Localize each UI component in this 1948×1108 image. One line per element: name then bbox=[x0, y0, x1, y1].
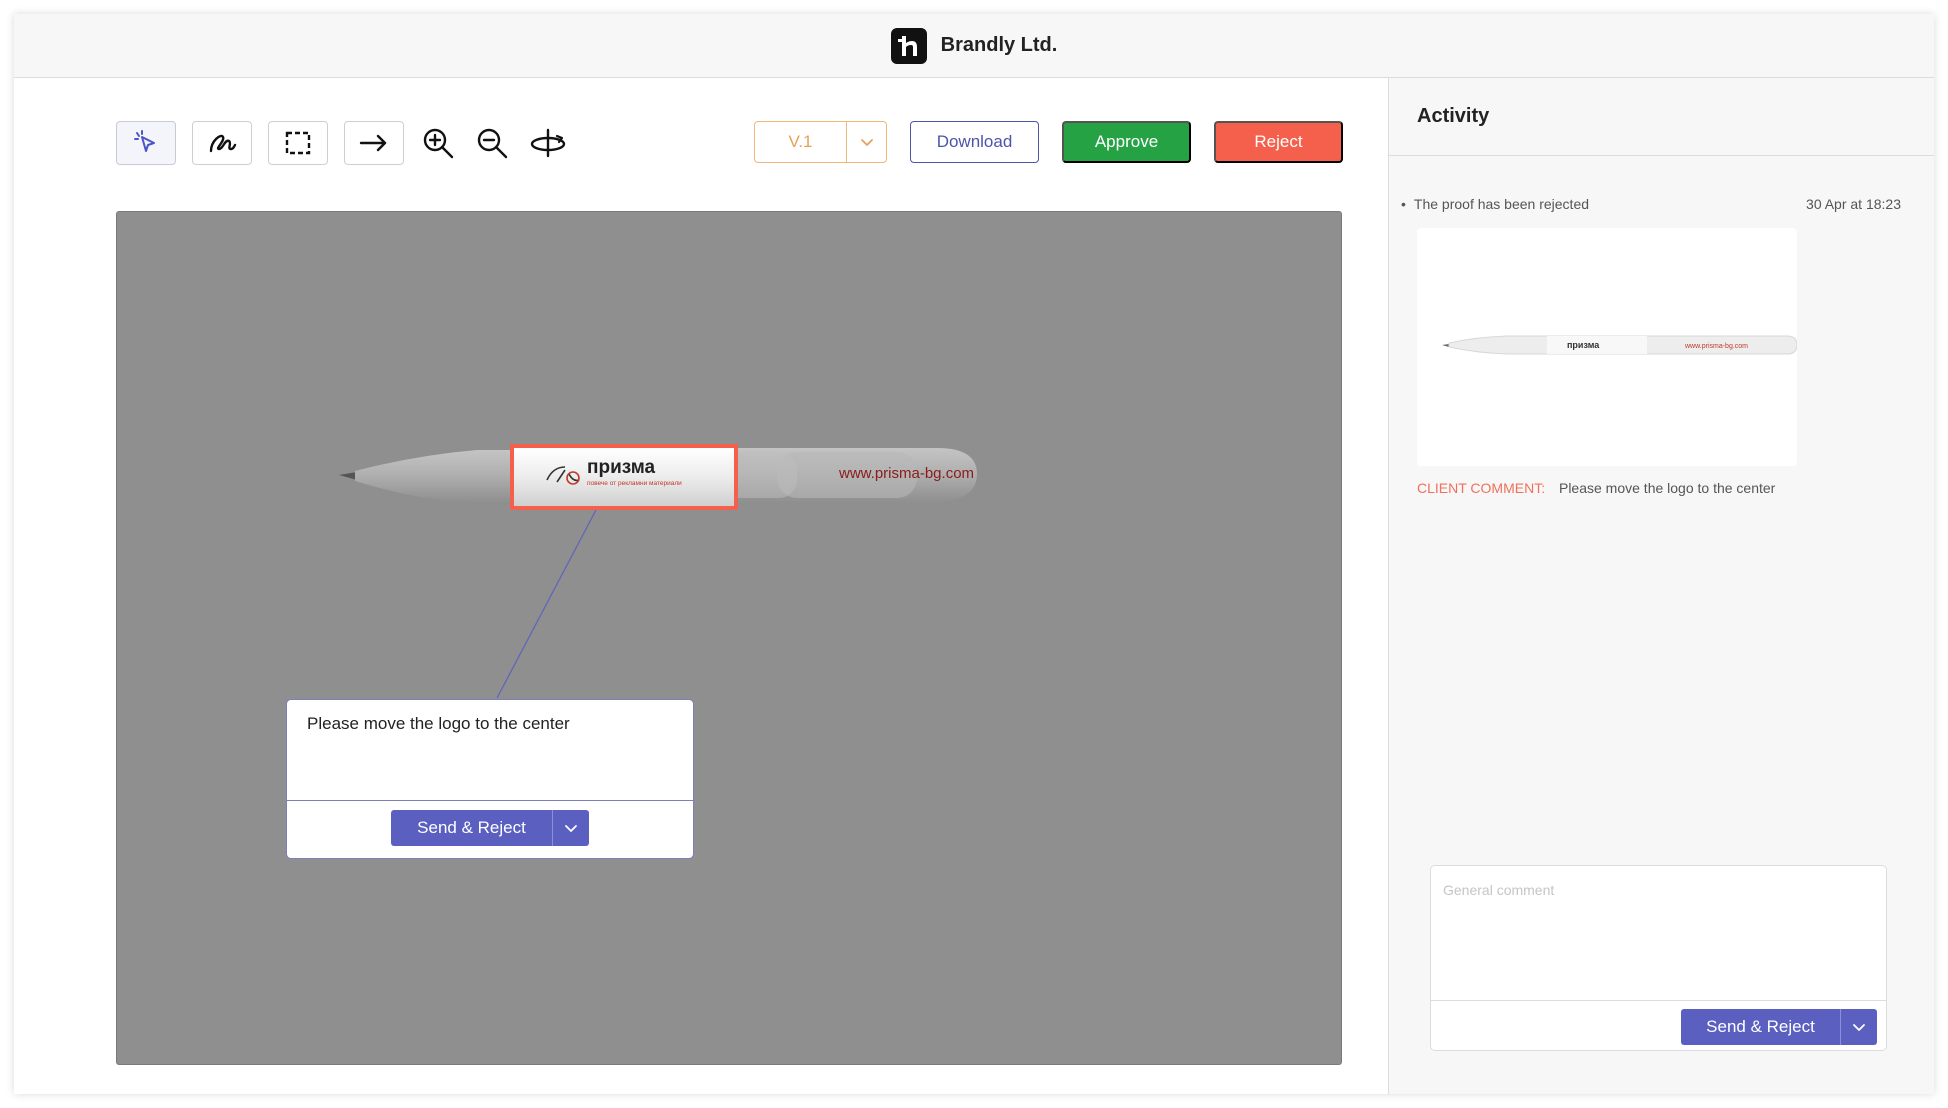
chevron-down-icon[interactable] bbox=[553, 810, 589, 846]
client-comment-label: CLIENT COMMENT: bbox=[1417, 480, 1546, 496]
top-header: Brandly Ltd. bbox=[14, 14, 1934, 78]
general-comment-input[interactable]: General comment bbox=[1431, 866, 1886, 1001]
brand-logo-icon bbox=[890, 27, 927, 64]
chevron-down-icon[interactable] bbox=[847, 122, 886, 162]
rectangle-tool-button[interactable] bbox=[268, 121, 328, 165]
svg-text:www.prisma-bg.com: www.prisma-bg.com bbox=[1684, 343, 1748, 350]
bullet-icon: • bbox=[1401, 196, 1406, 212]
reject-button[interactable]: Reject bbox=[1214, 121, 1343, 163]
activity-text: The proof has been rejected bbox=[1413, 196, 1590, 212]
proof-workspace: V.1 Download Approve Reject призма повеч… bbox=[14, 78, 1388, 1094]
draw-icon bbox=[209, 134, 237, 153]
general-comment-box: General comment Send & Reject bbox=[1430, 865, 1887, 1051]
rotate-icon bbox=[530, 128, 566, 158]
annotation-comment-popup: Please move the logo to the center Send … bbox=[286, 699, 694, 859]
approve-button[interactable]: Approve bbox=[1062, 121, 1191, 163]
zoom-in-button[interactable] bbox=[416, 121, 460, 165]
activity-sidebar: Activity • The proof has been rejected 30… bbox=[1388, 78, 1934, 1094]
send-reject-split-button: Send & Reject bbox=[391, 810, 589, 846]
activity-time: 30 Apr at 18:23 bbox=[1806, 196, 1901, 212]
zoom-in-icon bbox=[423, 128, 454, 159]
arrow-icon bbox=[359, 134, 387, 152]
pen-thumbnail-image: призма www.prisma-bg.com bbox=[1442, 335, 1798, 355]
brand-name: Brandly Ltd. bbox=[940, 34, 1058, 56]
activity-item: • The proof has been rejected 30 Apr at 1… bbox=[1401, 196, 1901, 212]
zoom-out-button[interactable] bbox=[470, 121, 514, 165]
brand: Brandly Ltd. bbox=[890, 27, 1058, 64]
rotate-button[interactable] bbox=[526, 121, 570, 165]
pen-logo-text: призма bbox=[587, 457, 656, 478]
client-comment: CLIENT COMMENT: Please move the logo to … bbox=[1417, 480, 1775, 496]
select-tool-button[interactable] bbox=[116, 121, 176, 165]
draw-tool-button[interactable] bbox=[192, 121, 252, 165]
rectangle-select-icon bbox=[285, 131, 311, 155]
annotation-comment-input[interactable]: Please move the logo to the center bbox=[287, 700, 693, 801]
general-send-reject-split-button: Send & Reject bbox=[1681, 1009, 1877, 1045]
version-select[interactable]: V.1 bbox=[754, 121, 887, 163]
select-icon bbox=[134, 130, 155, 152]
pen-logo-subtext: повече от рекламни материали bbox=[587, 480, 682, 487]
chevron-down-icon[interactable] bbox=[1841, 1009, 1877, 1045]
svg-text:призма: призма bbox=[1567, 340, 1600, 350]
activity-title: Activity bbox=[1389, 78, 1934, 156]
download-button[interactable]: Download bbox=[910, 121, 1039, 163]
send-reject-button[interactable]: Send & Reject bbox=[391, 810, 553, 846]
general-send-reject-button[interactable]: Send & Reject bbox=[1681, 1009, 1841, 1045]
zoom-out-icon bbox=[477, 128, 508, 159]
client-comment-text: Please move the logo to the center bbox=[1558, 480, 1776, 496]
pen-url-text: www.prisma-bg.com bbox=[839, 465, 975, 482]
proof-thumbnail[interactable]: призма www.prisma-bg.com bbox=[1417, 228, 1798, 466]
arrow-tool-button[interactable] bbox=[344, 121, 404, 165]
pen-proof-image bbox=[339, 444, 977, 699]
proof-canvas[interactable]: призма повече от рекламни материали www.… bbox=[116, 211, 1342, 1065]
app-window: Brandly Ltd. V.1 Download Approve Reject… bbox=[14, 14, 1934, 1094]
version-label: V.1 bbox=[755, 122, 847, 162]
